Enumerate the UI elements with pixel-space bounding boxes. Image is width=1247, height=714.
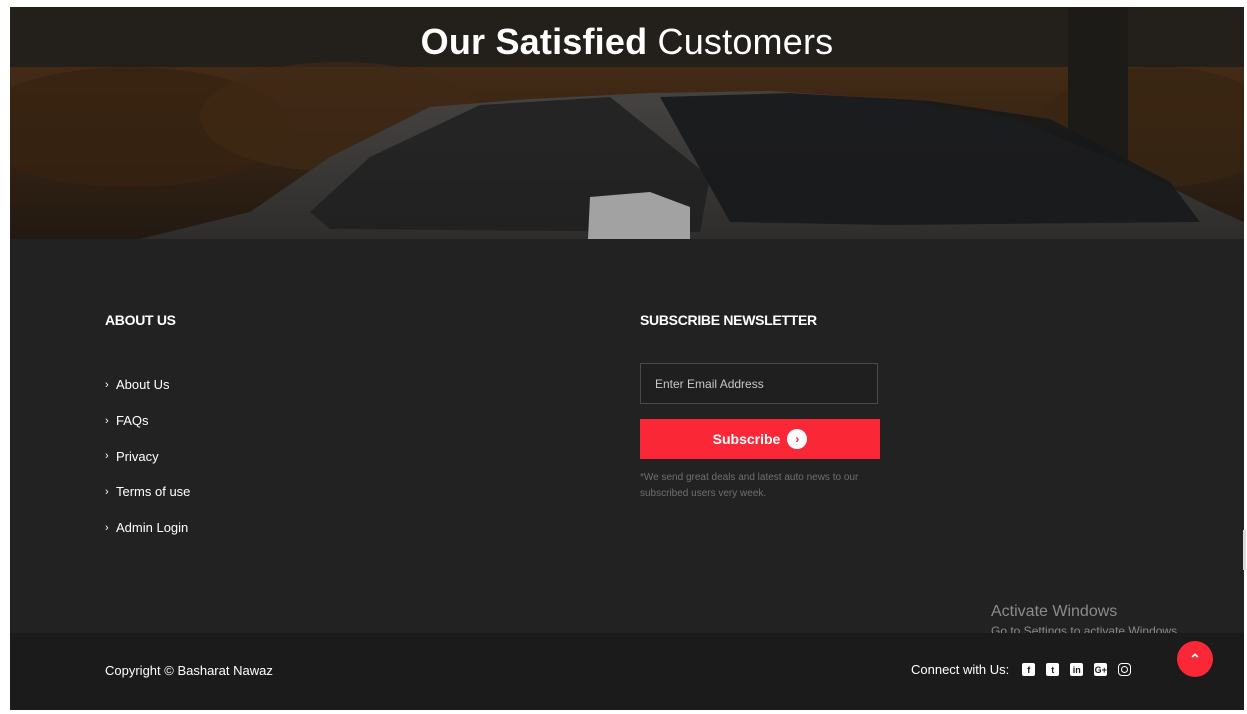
footer-link-admin-login[interactable]: › Admin Login [105, 510, 190, 546]
newsletter-note: *We send great deals and latest auto new… [640, 472, 859, 499]
footer-bottom-bar: Copyright © Basharat Nawaz Connect with … [10, 633, 1244, 710]
facebook-icon[interactable]: f [1022, 663, 1036, 676]
about-links-list: › About Us › FAQs › Privacy › Terms of use ›… [105, 367, 190, 545]
page: Our Satisfied Customers ABOUT US › About … [10, 7, 1244, 710]
linkedin-icon[interactable]: in [1070, 663, 1084, 676]
link-label[interactable]: Admin Login [116, 520, 188, 535]
link-label[interactable]: About Us [116, 377, 169, 392]
footer-link-faqs[interactable]: › FAQs [105, 403, 190, 439]
footer-link-privacy[interactable]: › Privacy [105, 438, 190, 474]
chevron-right-icon: › [105, 414, 109, 427]
footer-link-about-us[interactable]: › About Us [105, 367, 190, 403]
arrow-right-circle-icon: › [787, 429, 808, 449]
social-connect: Connect with Us: f t in G+ [911, 662, 1142, 677]
chevron-right-icon: › [105, 485, 109, 498]
scrollbar[interactable] [1243, 530, 1246, 570]
google-plus-icon[interactable]: G+ [1094, 663, 1108, 676]
instagram-icon[interactable] [1118, 663, 1132, 676]
title-light-part: Customers [657, 21, 834, 62]
chevron-right-icon: › [105, 521, 109, 534]
link-label[interactable]: Terms of use [116, 484, 190, 499]
subscribe-button[interactable]: Subscribe › [640, 419, 880, 459]
link-label[interactable]: Privacy [116, 449, 159, 464]
section-title: Our Satisfied Customers [10, 21, 1244, 63]
newsletter-heading: SUBSCRIBE NEWSLETTER [640, 312, 817, 328]
footer-link-terms[interactable]: › Terms of use [105, 474, 190, 510]
watermark-line1: Activate Windows [991, 603, 1118, 620]
footer-main: ABOUT US › About Us › FAQs › Privacy › Terms… [10, 239, 1244, 638]
copyright-text: Copyright © Basharat Nawaz [105, 663, 273, 678]
chevron-up-icon: ⌃ [1189, 650, 1201, 667]
connect-label: Connect with Us: [911, 662, 1010, 677]
twitter-icon[interactable]: t [1046, 663, 1060, 676]
social-icons: f t in G+ [1022, 663, 1142, 676]
subscribe-label: Subscribe [712, 431, 781, 447]
chevron-right-icon: › [105, 378, 109, 391]
back-to-top-button[interactable]: ⌃ [1177, 641, 1213, 677]
chevron-right-icon: › [105, 450, 109, 463]
testimonials-hero: Our Satisfied Customers [10, 7, 1244, 239]
title-bold-part: Our Satisfied [420, 21, 648, 62]
email-input[interactable] [640, 363, 878, 404]
about-us-heading: ABOUT US [105, 312, 176, 328]
link-label[interactable]: FAQs [116, 413, 149, 428]
